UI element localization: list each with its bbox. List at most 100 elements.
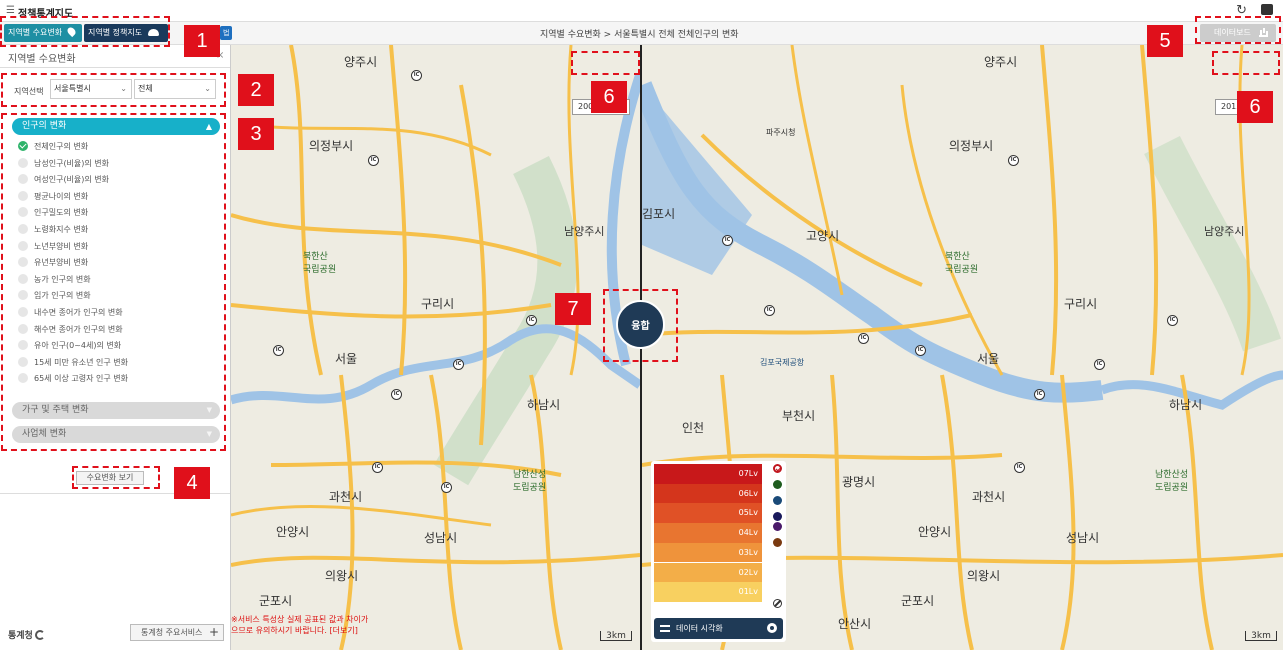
color-palette-blue[interactable] bbox=[773, 496, 782, 505]
notice-line[interactable]: 으므로 유의하시기 바랍니다. [더보기] bbox=[231, 625, 368, 636]
interchange-marker: IC bbox=[453, 357, 466, 370]
interchange-marker: IC bbox=[391, 387, 404, 400]
statistics-korea-logo: 통계청 bbox=[8, 628, 45, 641]
breadcrumb: 지역별 수요변화 > 서울특별시 전체 전체인구의 변화 bbox=[540, 30, 739, 40]
annotation-number: 5 bbox=[1147, 25, 1183, 57]
interchange-marker: IC bbox=[368, 153, 381, 166]
notice-line: ※서비스 특성상 실제 공표된 값과 차이가 bbox=[231, 615, 369, 624]
color-palette-red-selected[interactable] bbox=[773, 464, 782, 473]
data-visualization-bar[interactable]: 데이터 시각화 bbox=[654, 618, 783, 639]
map-label: 부천시 bbox=[782, 409, 816, 423]
interchange-marker: IC bbox=[526, 313, 539, 326]
interchange-marker: IC bbox=[764, 303, 777, 316]
law-tag[interactable]: 법 bbox=[220, 26, 233, 40]
map-label: 김포국제공항 bbox=[760, 358, 805, 367]
map-label: 군포시 bbox=[259, 594, 293, 608]
map-label: 의왕시 bbox=[325, 569, 359, 583]
interchange-marker: IC bbox=[1014, 460, 1027, 473]
no-color-icon[interactable] bbox=[773, 599, 782, 608]
map-label: 과천시 bbox=[972, 490, 1006, 504]
annotation-number: 7 bbox=[555, 293, 591, 325]
annotation-box-2 bbox=[1, 73, 226, 107]
map-label: 남양주시 bbox=[564, 225, 605, 238]
data-visualization-label: 데이터 시각화 bbox=[676, 624, 723, 633]
annotation-box-5 bbox=[1195, 16, 1281, 44]
map-label: 하남시 bbox=[527, 398, 561, 412]
color-palette-green[interactable] bbox=[773, 480, 782, 489]
map-label: 구리시 bbox=[421, 297, 455, 311]
color-palette-brown[interactable] bbox=[773, 538, 782, 547]
map-label: 군포시 bbox=[901, 594, 935, 608]
legend-level-1[interactable]: 01Lv bbox=[654, 582, 762, 602]
annotation-box-6-left bbox=[571, 51, 640, 75]
map-label: 서울 bbox=[335, 352, 358, 366]
map-label: 하남시 bbox=[1169, 398, 1203, 412]
data-legend: 07Lv 06Lv 05Lv 04Lv 03Lv 02Lv 01Lv 데이터 시… bbox=[651, 461, 786, 642]
map-label: 고양시 bbox=[806, 229, 840, 243]
legend-level-6[interactable]: 06Lv bbox=[654, 483, 762, 504]
map-label: 구리시 bbox=[1064, 297, 1098, 311]
top-bar: ☰ 정책통계지도 ↻ bbox=[0, 0, 1283, 22]
annotation-number: 1 bbox=[184, 25, 220, 57]
map-left-canvas bbox=[231, 45, 640, 650]
map-label: 양주시 bbox=[984, 55, 1018, 69]
interchange-marker: IC bbox=[1094, 357, 1107, 370]
map-label: 파주시청 bbox=[766, 128, 796, 137]
legend-level-2[interactable]: 02Lv bbox=[654, 562, 762, 583]
annotation-number: 4 bbox=[174, 467, 210, 499]
map-scale: 3km bbox=[1245, 631, 1277, 641]
list-icon bbox=[660, 625, 670, 632]
interchange-marker: IC bbox=[441, 480, 454, 493]
map-label: 의정부시 bbox=[309, 139, 354, 153]
annotation-box-7 bbox=[603, 289, 678, 362]
panel-title: 지역별 수요변화 bbox=[8, 54, 76, 65]
services-label: 통계청 주요서비스 bbox=[141, 628, 203, 637]
logo-swirl-icon bbox=[34, 630, 45, 640]
gear-icon[interactable] bbox=[767, 623, 777, 633]
legend-level-7[interactable]: 07Lv bbox=[654, 464, 762, 484]
map-label: 인천 bbox=[682, 421, 705, 435]
annotation-number: 6 bbox=[591, 81, 627, 113]
map-label: 북한산 국립공원 bbox=[945, 252, 979, 275]
map-label: 김포시 bbox=[642, 207, 676, 221]
logo-text: 통계청 bbox=[8, 631, 33, 641]
map-label: 안양시 bbox=[276, 525, 310, 539]
annotation-number: 6 bbox=[1237, 91, 1273, 123]
map-label: 광명시 bbox=[842, 475, 876, 489]
legend-level-4[interactable]: 04Lv bbox=[654, 523, 762, 543]
map-label: 서울 bbox=[977, 352, 1000, 366]
map-label: 북한산 국립공원 bbox=[303, 252, 337, 275]
map-label: 의왕시 bbox=[967, 569, 1001, 583]
interchange-marker: IC bbox=[1008, 153, 1021, 166]
print-icon[interactable] bbox=[1261, 4, 1273, 15]
annotation-box-4 bbox=[72, 466, 160, 489]
menu-icon[interactable]: ☰ bbox=[6, 5, 15, 16]
map-label: 양주시 bbox=[344, 55, 378, 69]
interchange-marker: IC bbox=[915, 343, 928, 356]
map-scale: 3km bbox=[600, 631, 632, 641]
divider bbox=[0, 67, 230, 68]
annotation-number: 3 bbox=[238, 118, 274, 150]
map-label: 안양시 bbox=[918, 525, 952, 539]
legend-level-5[interactable]: 05Lv bbox=[654, 503, 762, 524]
services-button[interactable]: 통계청 주요서비스 + bbox=[130, 624, 224, 641]
annotation-number: 2 bbox=[238, 74, 274, 106]
interchange-marker: IC bbox=[273, 343, 286, 356]
map-left[interactable]: 양주시 의정부시 남양주시 북한산 국립공원 구리시 서울 하남시 과천시 안양시… bbox=[231, 45, 640, 650]
interchange-marker: IC bbox=[1167, 313, 1180, 326]
annotation-box-1 bbox=[0, 16, 170, 47]
interchange-marker: IC bbox=[372, 460, 385, 473]
data-notice: ※서비스 특성상 실제 공표된 값과 차이가 으므로 유의하시기 바랍니다. [… bbox=[231, 614, 368, 636]
map-label: 과천시 bbox=[329, 490, 363, 504]
annotation-box-3 bbox=[1, 113, 226, 451]
map-label: 성남시 bbox=[424, 531, 458, 545]
color-palette-purple[interactable] bbox=[773, 522, 782, 531]
map-label: 남양주시 bbox=[1204, 225, 1245, 238]
map-label: 남한산성 도립공원 bbox=[513, 470, 547, 493]
color-palette-navy[interactable] bbox=[773, 512, 782, 521]
legend-level-3[interactable]: 03Lv bbox=[654, 542, 762, 563]
interchange-marker: IC bbox=[858, 331, 871, 344]
map-label: 남한산성 도립공원 bbox=[1155, 470, 1189, 493]
map-label: 의정부시 bbox=[949, 139, 994, 153]
plus-icon: + bbox=[208, 625, 219, 639]
